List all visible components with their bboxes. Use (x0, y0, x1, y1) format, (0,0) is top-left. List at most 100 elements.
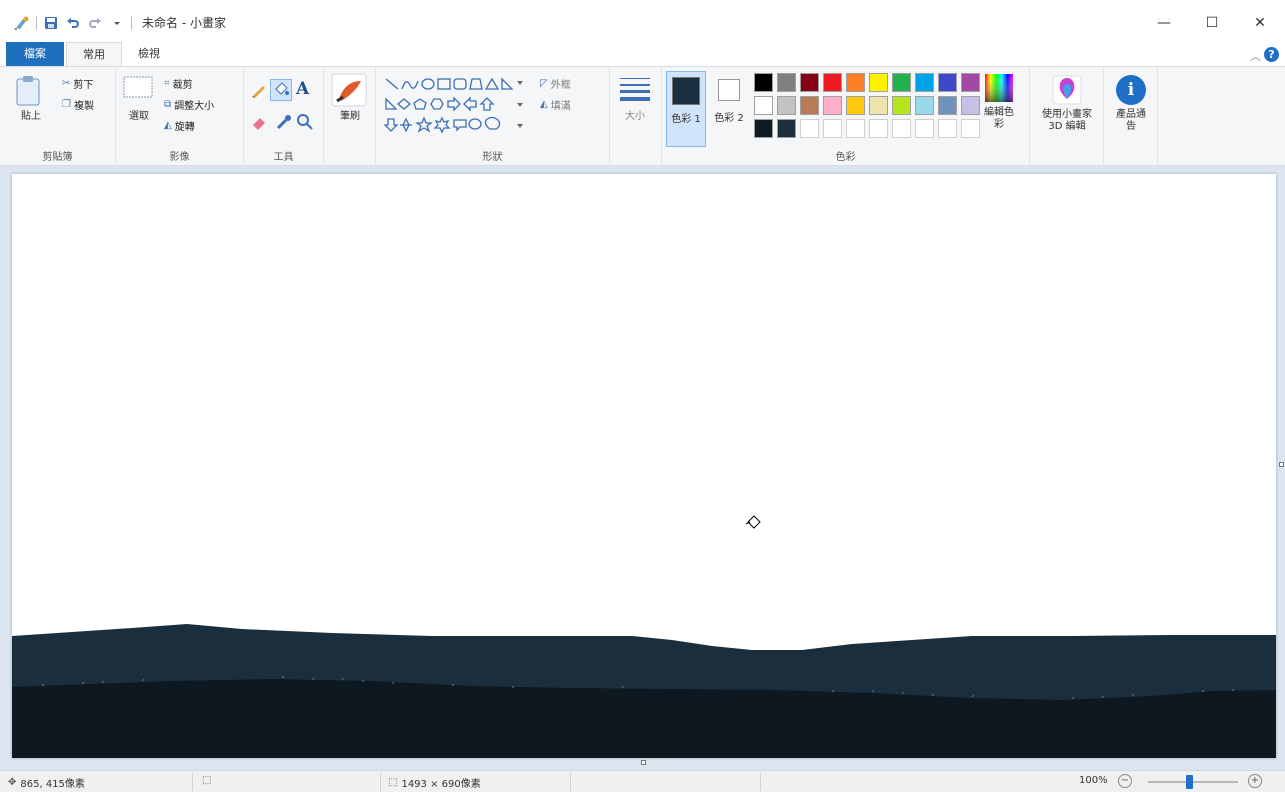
cut-label: 剪下 (73, 80, 94, 91)
workspace (0, 166, 1285, 770)
rotate-button[interactable]: ◭ 旋轉 (164, 118, 195, 133)
color2-button[interactable]: 色彩 2 (710, 71, 748, 147)
canvas-resize-right-handle[interactable] (1279, 462, 1284, 467)
resize-label: 調整大小 (174, 101, 215, 112)
palette-empty-slot[interactable] (915, 119, 934, 138)
palette-empty-slot[interactable] (961, 119, 980, 138)
maximize-button[interactable]: ☐ (1189, 10, 1235, 36)
palette-swatch[interactable] (777, 73, 796, 92)
color-picker-icon[interactable] (274, 113, 292, 131)
crop-label: 裁剪 (172, 80, 193, 91)
edit-colors-button[interactable]: 編輯色彩 (984, 73, 1024, 149)
rainbow-icon (985, 74, 1013, 102)
palette-empty-slot[interactable] (846, 119, 865, 138)
palette-swatch[interactable] (777, 119, 796, 138)
palette-empty-slot[interactable] (938, 119, 957, 138)
palette-swatch[interactable] (915, 96, 934, 115)
palette-swatch[interactable] (800, 96, 819, 115)
cursor-position: ✥ 865, 415像素 (8, 775, 85, 790)
customize-qat-icon[interactable] (109, 15, 125, 31)
resize-button[interactable]: ⧉ 調整大小 (164, 97, 214, 112)
color1-label: 色彩 1 (671, 114, 701, 125)
eraser-icon[interactable] (250, 113, 268, 131)
crop-button[interactable]: ⌗ 裁剪 (164, 76, 193, 91)
minimize-ribbon-icon[interactable]: ︿ (1250, 48, 1261, 64)
status-bar: ✥ 865, 415像素 ⬚ ⬚ 1493 × 690像素 100% − + (0, 770, 1285, 792)
palette-swatch[interactable] (754, 119, 773, 138)
ribbon-tabs: 檔案 常用 檢視 ︿ ? (0, 42, 1285, 66)
palette-swatch[interactable] (915, 73, 934, 92)
redo-icon[interactable] (87, 15, 103, 31)
product-alert-button[interactable]: i 產品通告 (1110, 73, 1152, 149)
shapes-gallery[interactable] (382, 75, 532, 137)
palette-swatch[interactable] (869, 96, 888, 115)
image-group: 選取 ⌗ 裁剪 ⧉ 調整大小 ◭ 旋轉 影像 (116, 67, 244, 166)
size-group: 大小 (610, 67, 662, 166)
palette-swatch[interactable] (938, 96, 957, 115)
zoom-slider-track[interactable] (1148, 781, 1238, 783)
save-icon[interactable] (43, 15, 59, 31)
crop-icon: ⌗ (164, 78, 170, 89)
copy-button[interactable]: ❐ 複製 (62, 97, 94, 112)
palette-swatch[interactable] (961, 73, 980, 92)
rotate-label: 旋轉 (174, 122, 195, 133)
color1-button[interactable]: 色彩 1 (666, 71, 706, 147)
copy-label: 複製 (73, 101, 94, 112)
palette-swatch[interactable] (869, 73, 888, 92)
canvas-size: ⬚ 1493 × 690像素 (388, 775, 481, 790)
text-tool-icon[interactable]: A (296, 79, 309, 99)
palette-swatch[interactable] (846, 73, 865, 92)
palette-empty-slot[interactable] (869, 119, 888, 138)
zoom-slider-thumb[interactable] (1186, 775, 1193, 789)
separator (36, 15, 37, 30)
brushes-button[interactable]: 筆刷 (331, 73, 369, 149)
zoom-in-button[interactable]: + (1248, 774, 1262, 788)
palette-swatch[interactable] (892, 96, 911, 115)
fill-bucket-button[interactable] (270, 79, 292, 101)
select-button[interactable]: 選取 (122, 75, 156, 151)
palette-swatch[interactable] (823, 96, 842, 115)
outline-dropdown[interactable]: ◸ 外框 (540, 76, 571, 91)
cursor-position-text: 865, 415像素 (20, 779, 85, 790)
tools-group-label: 工具 (273, 152, 294, 163)
magnifier-icon[interactable] (296, 113, 314, 131)
undo-icon[interactable] (65, 15, 81, 31)
select-label: 選取 (129, 111, 149, 122)
separator (760, 773, 761, 791)
palette-swatch[interactable] (892, 73, 911, 92)
paste-button[interactable]: 貼上 (14, 75, 48, 151)
paint-app-icon[interactable] (14, 15, 30, 31)
palette-swatch[interactable] (777, 96, 796, 115)
tab-home[interactable]: 常用 (66, 42, 122, 66)
size-button[interactable]: 大小 (618, 75, 654, 151)
tab-view[interactable]: 檢視 (124, 42, 174, 66)
canvas-resize-bottom-handle[interactable] (641, 760, 646, 765)
palette-empty-slot[interactable] (823, 119, 842, 138)
close-button[interactable]: ✕ (1237, 10, 1283, 36)
color2-label: 色彩 2 (714, 113, 744, 124)
palette-swatch[interactable] (800, 73, 819, 92)
separator (131, 15, 132, 30)
zoom-out-button[interactable]: − (1118, 774, 1132, 788)
paste-label: 貼上 (21, 111, 41, 122)
palette-swatch[interactable] (754, 73, 773, 92)
palette-empty-slot[interactable] (892, 119, 911, 138)
palette-swatch[interactable] (846, 96, 865, 115)
palette-swatch[interactable] (754, 96, 773, 115)
palette-swatch[interactable] (938, 73, 957, 92)
fill-dropdown[interactable]: ◭ 填滿 (540, 97, 571, 112)
help-icon[interactable]: ? (1264, 47, 1279, 62)
pencil-icon[interactable] (250, 81, 268, 99)
shapes-group: ◸ 外框 ◭ 填滿 形狀 (376, 67, 610, 166)
palette-swatch[interactable] (823, 73, 842, 92)
cut-button[interactable]: ✂ 剪下 (62, 76, 93, 91)
minimize-button[interactable]: — (1141, 10, 1187, 36)
tab-file[interactable]: 檔案 (6, 42, 64, 66)
clipboard-group-label: 剪貼簿 (42, 152, 73, 163)
palette-swatch[interactable] (961, 96, 980, 115)
drawing-canvas[interactable] (12, 174, 1276, 758)
clipboard-group: 貼上 ✂ 剪下 ❐ 複製 剪貼簿 (0, 67, 116, 166)
colors-group: 色彩 1 色彩 2 編輯色彩 色彩 (662, 67, 1030, 166)
paint3d-button[interactable]: 使用小畫家 3D 編輯 (1034, 73, 1100, 149)
palette-empty-slot[interactable] (800, 119, 819, 138)
